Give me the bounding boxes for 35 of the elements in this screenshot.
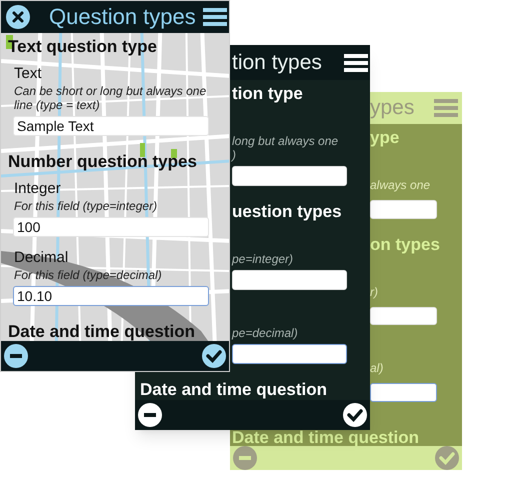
input-field[interactable]: [370, 383, 437, 402]
section-heading: uestion types: [232, 202, 342, 222]
check-icon[interactable]: [435, 446, 459, 470]
input-field[interactable]: Sample Text: [13, 116, 209, 136]
section-heading: Number question types: [7, 152, 197, 172]
screen-title: tion types: [232, 50, 323, 76]
input-field[interactable]: 10.10: [13, 286, 209, 306]
field-hint: pe=integer): [232, 252, 294, 266]
field-hint: pe=decimal): [232, 326, 298, 340]
section-heading: on types: [370, 234, 440, 255]
field-label: Text: [13, 65, 42, 83]
input-field[interactable]: 100: [13, 217, 209, 237]
check-icon[interactable]: [343, 403, 367, 427]
field-hint: Can be short or long but always one line (type = text): [13, 84, 208, 112]
section-heading: Date and time question: [140, 380, 328, 400]
section-heading: Text question type: [7, 37, 157, 57]
field-hint: r): [370, 284, 378, 299]
minus-icon[interactable]: [4, 344, 28, 368]
menu-icon[interactable]: [203, 7, 227, 27]
section-heading: tion type: [232, 84, 303, 104]
field-hint: For this field (type=integer): [13, 199, 158, 213]
input-field[interactable]: [232, 344, 347, 364]
check-icon[interactable]: [202, 344, 226, 368]
field-hint: al): [370, 361, 384, 376]
section-heading: Date and time question: [232, 430, 420, 446]
field-hint: long but always one: [232, 134, 338, 148]
screen-title: Question types: [49, 3, 197, 31]
screen-title: ypes: [370, 95, 416, 121]
field-hint: always one: [370, 178, 430, 192]
section-heading: ype: [370, 128, 400, 148]
field-label: Integer: [13, 180, 61, 198]
field-hint: For this field (type=decimal): [13, 268, 163, 282]
field-hint: ): [232, 148, 236, 162]
minus-icon[interactable]: [138, 403, 162, 427]
close-icon[interactable]: [6, 5, 30, 29]
